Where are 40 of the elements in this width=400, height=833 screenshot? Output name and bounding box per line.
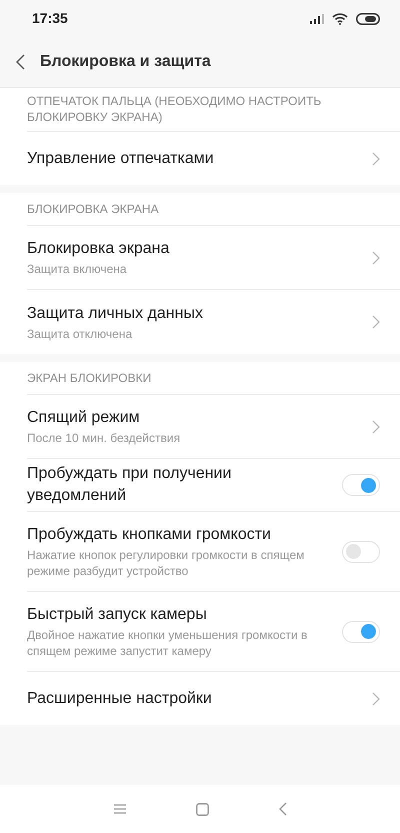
settings-row[interactable]: Быстрый запуск камеры Двойное нажатие кнопки уменьшения громкости в спящем режиме запустит камеру bbox=[27, 592, 400, 672]
row-title: Управление отпечатками bbox=[27, 148, 215, 168]
chevron-right-icon bbox=[372, 250, 380, 264]
row-title: Пробуждать при получении уведомлений bbox=[27, 464, 232, 506]
chevron-right-icon bbox=[372, 152, 380, 166]
row-title: Спящий режим bbox=[27, 408, 141, 428]
settings-row[interactable]: Спящий режим После 10 мин. бездействия bbox=[27, 395, 400, 459]
wifi-icon bbox=[332, 12, 348, 24]
home-icon[interactable] bbox=[196, 802, 208, 816]
chevron-right-icon bbox=[372, 692, 380, 706]
chevron-right-icon bbox=[372, 420, 380, 434]
status-time: 17:35 bbox=[32, 9, 68, 28]
row-title: Расширенные настройки bbox=[27, 688, 213, 708]
menu-icon[interactable] bbox=[114, 804, 126, 814]
toggle-switch[interactable] bbox=[342, 474, 380, 496]
toggle-switch[interactable] bbox=[342, 540, 380, 562]
battery-icon bbox=[356, 12, 380, 24]
settings-row[interactable]: Пробуждать при получении уведомлений bbox=[27, 459, 400, 512]
section-header: ОТПЕЧАТОК ПАЛЬЦА (НЕОБХОДИМО НАСТРОИТЬ БЛОКИРОВКУ ЭКРАНА) bbox=[27, 93, 322, 125]
row-title: Блокировка экрана bbox=[27, 239, 170, 259]
settings-row[interactable]: Управление отпечатками bbox=[27, 132, 400, 185]
settings-row[interactable]: Расширенные настройки bbox=[27, 672, 400, 725]
section-header: БЛОКИРОВКА ЭКРАНА bbox=[27, 200, 159, 216]
section-header: ЭКРАН БЛОКИРОВКИ bbox=[27, 370, 152, 386]
back-icon[interactable] bbox=[16, 54, 25, 70]
row-subtitle: Защита включена bbox=[27, 261, 128, 277]
chevron-right-icon bbox=[372, 315, 380, 329]
row-title: Пробуждать кнопками громкости bbox=[27, 525, 272, 545]
settings-row[interactable]: Пробуждать кнопками громкости Нажатие кнопок регулировки громкости в спящем режиме разбудит устройство bbox=[27, 512, 400, 592]
row-subtitle: После 10 мин. бездействия bbox=[27, 430, 182, 446]
toggle-switch[interactable] bbox=[342, 620, 380, 642]
row-subtitle: Двойное нажатие кнопки уменьшения громкости в спящем режиме запустит камеру bbox=[27, 627, 308, 659]
page-title: Блокировка и защита bbox=[40, 52, 211, 72]
settings-row[interactable]: Защита личных данных Защита отключена bbox=[27, 290, 400, 354]
row-title: Защита личных данных bbox=[27, 304, 204, 324]
signal-icon bbox=[310, 14, 324, 24]
settings-row[interactable]: Блокировка экрана Защита включена bbox=[27, 226, 400, 290]
row-subtitle: Нажатие кнопок регулировки громкости в спящем режиме разбудит устройство bbox=[27, 547, 306, 579]
row-title: Быстрый запуск камеры bbox=[27, 605, 208, 625]
row-subtitle: Защита отключена bbox=[27, 326, 134, 342]
